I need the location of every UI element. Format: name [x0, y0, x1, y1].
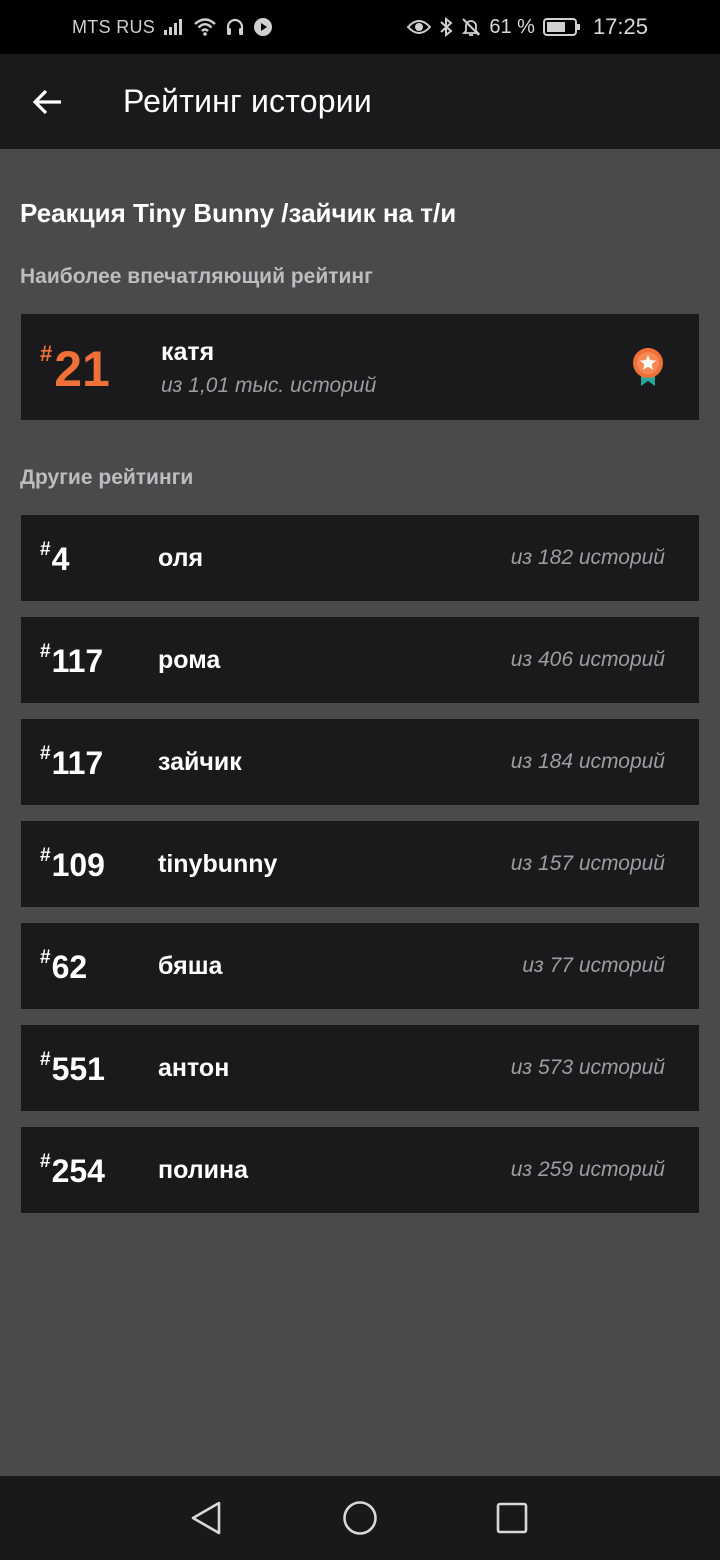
top-rating-card[interactable]: # 21 катя из 1,01 тыс. историй	[21, 314, 699, 420]
character-name: катя	[161, 338, 215, 366]
character-name: рома	[158, 646, 221, 674]
story-count: из 182 историй	[510, 546, 665, 569]
rating-row[interactable]: # 109 tinybunny из 157 историй	[21, 821, 699, 907]
triangle-back-icon	[191, 1501, 221, 1535]
rating-row[interactable]: # 117 зайчик из 184 историй	[21, 719, 699, 805]
status-right: 61 % 17:25	[407, 14, 648, 40]
rank-hash: #	[40, 845, 51, 866]
character-name: антон	[158, 1054, 230, 1082]
rating-row[interactable]: # 254 полина из 259 историй	[21, 1127, 699, 1213]
nav-home-button[interactable]	[312, 1476, 408, 1560]
story-count: из 573 историй	[510, 1056, 665, 1079]
rank-hash: #	[40, 539, 51, 560]
nav-recents-button[interactable]	[464, 1476, 560, 1560]
play-circle-icon	[253, 17, 273, 37]
character-name: оля	[158, 544, 204, 572]
rank-hash: #	[40, 947, 51, 968]
rank: # 117	[40, 743, 103, 783]
rank: # 254	[40, 1151, 105, 1191]
back-button[interactable]	[0, 54, 96, 149]
rank: # 62	[40, 947, 87, 987]
rating-row[interactable]: # 117 рома из 406 историй	[21, 617, 699, 703]
system-nav-bar	[0, 1476, 720, 1560]
story-count: из 406 историй	[510, 648, 665, 671]
battery-icon	[542, 17, 581, 37]
story-count: из 259 историй	[510, 1158, 665, 1181]
circle-home-icon	[343, 1501, 377, 1535]
headphones-icon	[225, 17, 245, 37]
signal-icon	[163, 18, 185, 36]
rank-number: 21	[54, 341, 110, 397]
page-title: Рейтинг истории	[123, 83, 372, 119]
rating-row[interactable]: # 551 антон из 573 историй	[21, 1025, 699, 1111]
rank-hash: #	[40, 641, 51, 662]
status-bar: MTS RUS 61 % 17:25	[0, 0, 720, 54]
character-name: бяша	[158, 952, 223, 980]
rank: # 551	[40, 1049, 105, 1089]
story-title: Реакция Tiny Bunny /зайчик на т/и	[20, 198, 457, 228]
rank-hash: #	[40, 743, 51, 764]
character-name: tinybunny	[158, 850, 278, 878]
rank: # 21	[40, 341, 110, 397]
arrow-left-icon	[33, 89, 61, 114]
status-left: MTS RUS	[72, 17, 273, 38]
nav-back-button[interactable]	[158, 1476, 254, 1560]
award-ribbon-icon	[631, 347, 665, 387]
rank-number: 4	[51, 541, 70, 577]
rating-row[interactable]: # 4 оля из 182 историй	[21, 515, 699, 601]
rank-number: 117	[51, 643, 104, 679]
app-bar: Рейтинг истории	[0, 54, 720, 149]
bluetooth-icon	[439, 17, 453, 37]
rank-number: 254	[51, 1153, 105, 1189]
bell-muted-icon	[461, 17, 481, 37]
rank-hash: #	[40, 1151, 51, 1172]
top-rating-label: Наиболее впечатляющий рейтинг	[20, 265, 373, 288]
character-name: зайчик	[158, 748, 242, 776]
story-count: из 184 историй	[510, 750, 665, 773]
rating-row[interactable]: # 62 бяша из 77 историй	[21, 923, 699, 1009]
other-ratings-label: Другие рейтинги	[20, 466, 194, 489]
rank-number: 109	[51, 847, 105, 883]
story-count: из 157 историй	[510, 852, 665, 875]
rank-hash: #	[40, 1049, 51, 1070]
rank: # 117	[40, 641, 103, 681]
rank: # 4	[40, 539, 69, 579]
story-count: из 77 историй	[522, 954, 665, 977]
rank-number: 117	[51, 745, 104, 781]
rank-number: 62	[51, 949, 88, 985]
rank: # 109	[40, 845, 105, 885]
eye-icon	[407, 18, 432, 36]
battery-percent: 61 %	[489, 15, 535, 38]
rank-number: 551	[51, 1051, 105, 1087]
rank-hash: #	[40, 341, 53, 366]
clock: 17:25	[592, 14, 648, 39]
story-count: из 1,01 тыс. историй	[161, 374, 377, 397]
carrier-label: MTS RUS	[72, 16, 156, 37]
square-recents-icon	[496, 1502, 528, 1534]
wifi-icon	[193, 17, 217, 37]
character-name: полина	[158, 1156, 249, 1184]
